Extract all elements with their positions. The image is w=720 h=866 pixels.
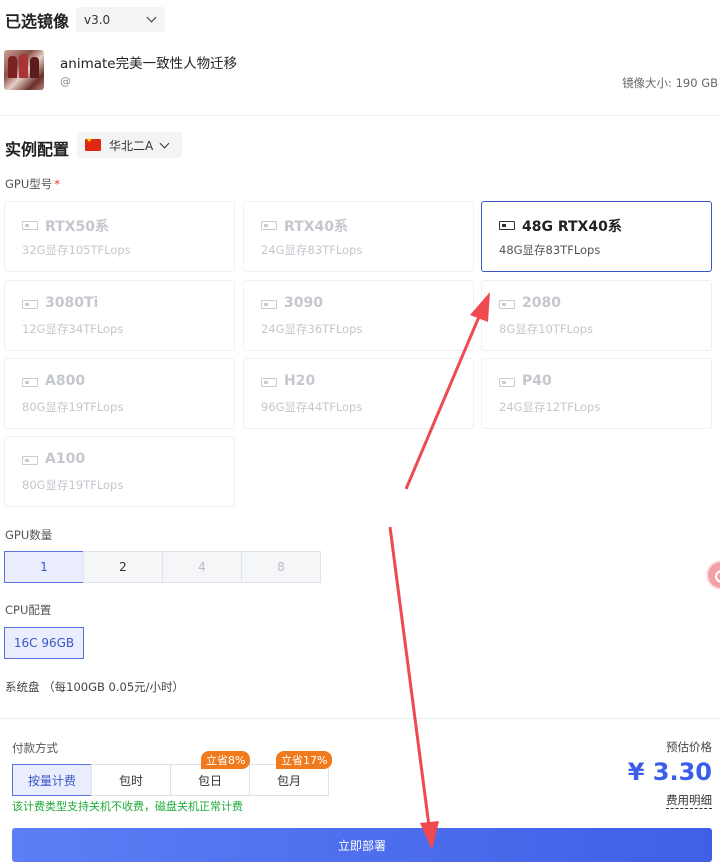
divider	[0, 115, 720, 116]
gpu-name: 3080Ti	[45, 295, 99, 311]
gpu-name: 3090	[284, 295, 323, 311]
region-select[interactable]: 华北二A	[77, 132, 182, 158]
annotation-arrow-down	[388, 526, 431, 827]
image-size: 镜像大小: 190 GB	[622, 76, 718, 90]
discount-badge-monthly: 立省17%	[276, 751, 333, 769]
gpu-card-a100[interactable]: A100 80G显存19TFLops	[4, 436, 235, 507]
gpu-spec: 24G显存12TFLops	[499, 400, 601, 414]
chevron-down-icon	[159, 138, 170, 149]
required-mark: *	[54, 177, 61, 191]
cpu-option-16c-96gb[interactable]: 16C 96GB	[4, 627, 84, 659]
gpu-card-3080ti[interactable]: 3080Ti 12G显存34TFLops	[4, 280, 235, 351]
gpu-card-icon	[22, 378, 38, 387]
region-value: 华北二A	[109, 138, 154, 153]
gpu-name: P40	[522, 373, 552, 389]
gpu-spec: 32G显存105TFLops	[22, 243, 131, 257]
gpu-spec: 24G显存36TFLops	[261, 322, 363, 336]
image-thumbnail	[4, 50, 44, 90]
gpu-card-icon	[261, 300, 277, 309]
gpu-card-3090[interactable]: 3090 24G显存36TFLops	[243, 280, 474, 351]
gpu-spec: 96G显存44TFLops	[261, 400, 363, 414]
gpu-card-icon	[22, 456, 38, 465]
divider	[0, 718, 720, 719]
gpu-count-4[interactable]: 4	[162, 551, 242, 583]
gpu-name: A800	[45, 373, 86, 389]
gpu-name: H20	[284, 373, 316, 389]
version-select[interactable]: v3.0	[76, 7, 165, 32]
cpu-config-label: CPU配置	[5, 603, 52, 617]
discount-badge-daily: 立省8%	[201, 751, 251, 769]
gpu-model-label: GPU型号 *	[5, 177, 61, 191]
gpu-spec: 48G显存83TFLops	[499, 243, 601, 257]
selected-image-title: 已选镜像	[5, 12, 70, 31]
gpu-spec: 12G显存34TFLops	[22, 322, 124, 336]
image-name: animate完美一致性人物迁移	[60, 56, 238, 72]
gpu-name: 48G RTX40系	[522, 219, 622, 235]
gpu-card-icon	[499, 378, 515, 387]
gpu-count-label: GPU数量	[5, 528, 53, 542]
annotation-arrows	[388, 292, 490, 850]
gpu-spec: 8G显存10TFLops	[499, 322, 594, 336]
estimated-price: ¥ 3.30	[627, 758, 712, 786]
estimated-price-label: 预估价格	[666, 740, 712, 754]
gpu-card-icon	[261, 378, 277, 387]
gpu-card-rtx50[interactable]: RTX50系 32G显存105TFLops	[4, 201, 235, 272]
version-value: v3.0	[84, 12, 111, 27]
cost-detail-link[interactable]: 费用明细	[666, 792, 712, 809]
gpu-name: 2080	[522, 295, 561, 311]
gpu-card-rtx40[interactable]: RTX40系 24G显存83TFLops	[243, 201, 474, 272]
gpu-card-icon	[261, 221, 277, 230]
gpu-count-1[interactable]: 1	[4, 551, 84, 583]
gpu-card-2080[interactable]: 2080 8G显存10TFLops	[481, 280, 712, 351]
gpu-card-h20[interactable]: H20 96G显存44TFLops	[243, 358, 474, 429]
gpu-spec: 24G显存83TFLops	[261, 243, 363, 257]
pay-option-hourly-package[interactable]: 包时	[91, 764, 171, 796]
gpu-name: RTX40系	[284, 219, 348, 235]
gpu-card-icon	[22, 300, 38, 309]
gpu-card-48g-rtx40[interactable]: 48G RTX40系 48G显存83TFLops	[481, 201, 712, 272]
gpu-card-icon	[22, 221, 38, 230]
gpu-count-8[interactable]: 8	[241, 551, 321, 583]
gpu-name: A100	[45, 451, 86, 467]
gpu-spec: 80G显存19TFLops	[22, 478, 124, 492]
gpu-card-p40[interactable]: P40 24G显存12TFLops	[481, 358, 712, 429]
gpu-card-icon	[499, 221, 515, 230]
deploy-now-button[interactable]: 立即部署	[12, 828, 712, 862]
instance-config-title: 实例配置	[5, 140, 70, 159]
payment-method-label: 付款方式	[12, 741, 58, 755]
gpu-name: RTX50系	[45, 219, 109, 235]
gpu-count-2[interactable]: 2	[83, 551, 163, 583]
billing-note: 该计费类型支持关机不收费，磁盘关机正常计费	[12, 800, 243, 813]
system-disk-label: 系统盘 （每100GB 0.05元/小时）	[5, 680, 185, 694]
chevron-down-icon	[146, 12, 157, 23]
image-author: @	[60, 75, 71, 88]
china-flag-icon	[85, 136, 101, 151]
floating-assistant-icon[interactable]	[706, 560, 720, 590]
gpu-card-icon	[499, 300, 515, 309]
gpu-spec: 80G显存19TFLops	[22, 400, 124, 414]
pay-option-pay-as-you-go[interactable]: 按量计费	[12, 764, 92, 796]
gpu-card-a800[interactable]: A800 80G显存19TFLops	[4, 358, 235, 429]
